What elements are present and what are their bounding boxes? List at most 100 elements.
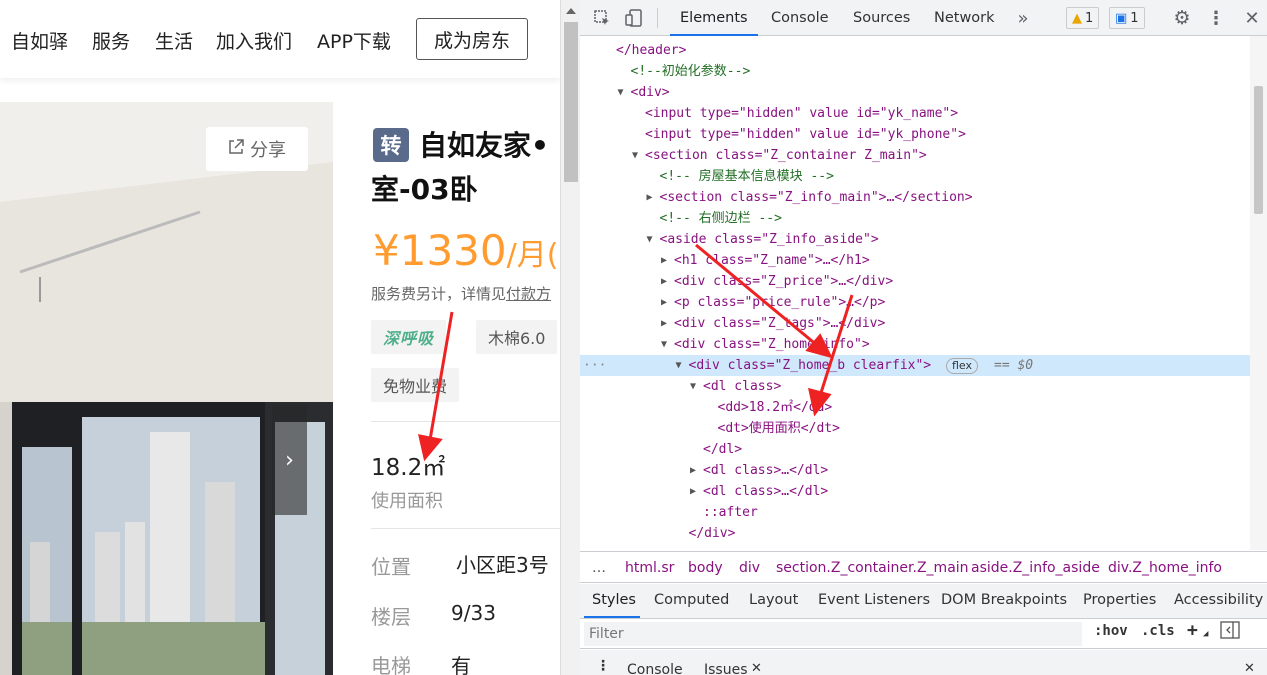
tab-sources[interactable]: Sources — [853, 0, 910, 36]
dom-node[interactable]: ▶ <h1 class="Z_name">…</h1> — [580, 250, 1250, 271]
dom-node[interactable]: <!-- 房屋基本信息模块 --> — [580, 166, 1250, 187]
price-amount: ¥1330 — [373, 226, 507, 275]
tab-network[interactable]: Network — [934, 0, 995, 36]
cls-toggle[interactable]: .cls — [1141, 623, 1175, 639]
breadcrumb-div[interactable]: div — [739, 560, 760, 576]
dom-node[interactable]: ▼ <div class="Z_home_info"> — [580, 334, 1250, 355]
expand-node-icon[interactable]: ▶ — [661, 313, 667, 334]
become-landlord-button[interactable]: 成为房东 — [416, 18, 528, 60]
dom-node[interactable]: ▶ <dl class>…</dl> — [580, 481, 1250, 502]
tab-accessibility[interactable]: Accessibility — [1174, 592, 1263, 608]
messages-counter[interactable]: ▣ 1 — [1109, 7, 1145, 29]
flex-badge[interactable]: flex — [946, 358, 979, 374]
nav-item-yizhan[interactable]: 自如驿 — [11, 27, 68, 54]
breadcrumb-home-info[interactable]: div.Z_home_info — [1108, 560, 1222, 576]
tab-computed[interactable]: Computed — [654, 592, 729, 608]
expand-node-icon[interactable]: ▶ — [661, 292, 667, 313]
share-button[interactable]: 分享 — [206, 127, 308, 171]
collapse-node-icon[interactable]: ▼ — [618, 82, 624, 103]
tab-event-listeners[interactable]: Event Listeners — [818, 592, 930, 608]
nav-item-service[interactable]: 服务 — [92, 27, 130, 54]
tab-console[interactable]: Console — [771, 0, 829, 36]
dom-node[interactable]: ▼ <dl class> — [580, 376, 1250, 397]
dom-node[interactable]: ▶ <div class="Z_price">…</div> — [580, 271, 1250, 292]
drawer-menu-icon[interactable]: ⋮ — [596, 658, 610, 674]
node-actions-icon[interactable]: ··· — [583, 355, 606, 376]
collapse-node-icon[interactable]: ▼ — [647, 229, 653, 250]
collapse-node-icon[interactable]: ▼ — [632, 145, 638, 166]
page-scrollbar[interactable] — [560, 0, 580, 675]
dom-tree-scrollbar-thumb[interactable] — [1254, 86, 1263, 214]
dom-node[interactable]: <!-- 右侧边栏 --> — [580, 208, 1250, 229]
dom-node-text: <div> — [630, 85, 670, 100]
add-style-rule-icon[interactable]: + — [1187, 620, 1198, 641]
drawer-tab-console[interactable]: Console — [627, 662, 683, 675]
drawer-tab-issues[interactable]: Issues — [704, 662, 748, 675]
close-devtools-icon[interactable]: ✕ — [1242, 0, 1262, 36]
dom-node[interactable]: ▶ <dl class>…</dl> — [580, 460, 1250, 481]
expand-node-icon[interactable]: ▶ — [647, 187, 653, 208]
devtools-drawer: ⋮ Console Issues ✕ ✕ — [580, 650, 1267, 675]
dom-node[interactable]: ::after — [580, 502, 1250, 523]
breadcrumb-more[interactable]: … — [592, 560, 606, 576]
expand-node-icon[interactable]: ▶ — [661, 250, 667, 271]
styles-filter-bar: Filter :hov .cls + ◢ — [580, 619, 1267, 649]
tab-styles[interactable]: Styles — [592, 592, 636, 608]
scroll-up-icon[interactable] — [566, 8, 576, 14]
rule-options-icon[interactable]: ◢ — [1203, 629, 1208, 639]
styles-filter-input[interactable]: Filter — [584, 622, 1082, 646]
dom-node[interactable]: <input type="hidden" value id="yk_name"> — [580, 103, 1250, 124]
dom-node-text: <!-- 右侧边栏 --> — [659, 211, 782, 226]
nav-item-life[interactable]: 生活 — [155, 27, 193, 54]
next-photo-button[interactable]: › — [272, 405, 307, 515]
hov-toggle[interactable]: :hov — [1094, 623, 1128, 639]
dom-tree-scrollbar[interactable] — [1250, 36, 1267, 550]
dom-node[interactable]: ▼ <section class="Z_container Z_main"> — [580, 145, 1250, 166]
nav-item-app-download[interactable]: APP下载 — [317, 27, 391, 54]
dom-node-text: <dl class>…</dl> — [703, 463, 829, 478]
expand-node-icon[interactable]: ▶ — [690, 460, 696, 481]
expand-node-icon[interactable]: ▶ — [661, 271, 667, 292]
dom-node[interactable]: ▶ <section class="Z_info_main">…</section… — [580, 187, 1250, 208]
collapse-node-icon[interactable]: ▼ — [690, 376, 696, 397]
dom-node-text: <!-- 房屋基本信息模块 --> — [659, 169, 834, 184]
collapse-node-icon[interactable]: ▼ — [676, 355, 682, 376]
nav-item-join[interactable]: 加入我们 — [216, 27, 292, 54]
settings-gear-icon[interactable]: ⚙ — [1170, 0, 1194, 36]
dom-node[interactable]: <input type="hidden" value id="yk_phone"… — [580, 124, 1250, 145]
breadcrumb-aside[interactable]: aside.Z_info_aside — [971, 560, 1100, 576]
tab-layout[interactable]: Layout — [749, 592, 798, 608]
dom-node[interactable]: <!--初始化参数--> — [580, 61, 1250, 82]
tab-elements[interactable]: Elements — [670, 0, 758, 36]
dom-node[interactable]: ▶ <p class="price_rule">…</p> — [580, 292, 1250, 313]
dom-node[interactable]: ▼ <aside class="Z_info_aside"> — [580, 229, 1250, 250]
payment-link[interactable]: 付款方 — [506, 285, 551, 303]
dom-node[interactable]: <dd>18.2㎡</dd> — [580, 397, 1250, 418]
dom-node[interactable]: </div> — [580, 523, 1250, 544]
close-drawer-icon[interactable]: ✕ — [1244, 661, 1255, 675]
dom-node[interactable]: ▼ <div> — [580, 82, 1250, 103]
collapse-node-icon[interactable]: ▼ — [661, 334, 667, 355]
tab-dom-breakpoints[interactable]: DOM Breakpoints — [941, 592, 1067, 608]
breadcrumb-body[interactable]: body — [688, 560, 723, 576]
dom-node[interactable]: </header> — [580, 40, 1250, 61]
toggle-sidebar-icon[interactable] — [1220, 621, 1240, 643]
dom-node-text: <div class="Z_home_info"> — [674, 337, 870, 352]
dom-node-selected[interactable]: ··· ▼ <div class="Z_home_b clearfix"> flex =… — [580, 355, 1250, 376]
warnings-counter[interactable]: ▲ 1 — [1066, 7, 1100, 29]
tab-properties[interactable]: Properties — [1083, 592, 1156, 608]
divider — [371, 528, 560, 529]
more-tabs-icon[interactable]: » — [1014, 0, 1032, 36]
breadcrumb-html[interactable]: html.sr — [625, 560, 674, 576]
close-issues-icon[interactable]: ✕ — [751, 661, 762, 675]
dom-node[interactable]: <dt>使用面积</dt> — [580, 418, 1250, 439]
breadcrumb-section[interactable]: section.Z_container.Z_main — [776, 560, 969, 576]
dom-node-text: <div class="Z_home_b clearfix"> — [688, 358, 932, 373]
inspect-element-icon[interactable] — [588, 0, 616, 36]
expand-node-icon[interactable]: ▶ — [690, 481, 696, 502]
dom-node[interactable]: </dl> — [580, 439, 1250, 460]
dom-node[interactable]: ▶ <div class="Z_tags">…</div> — [580, 313, 1250, 334]
more-options-icon[interactable]: ⋮ — [1206, 0, 1226, 36]
page-scrollbar-thumb[interactable] — [564, 22, 578, 182]
device-toolbar-icon[interactable] — [620, 0, 648, 36]
